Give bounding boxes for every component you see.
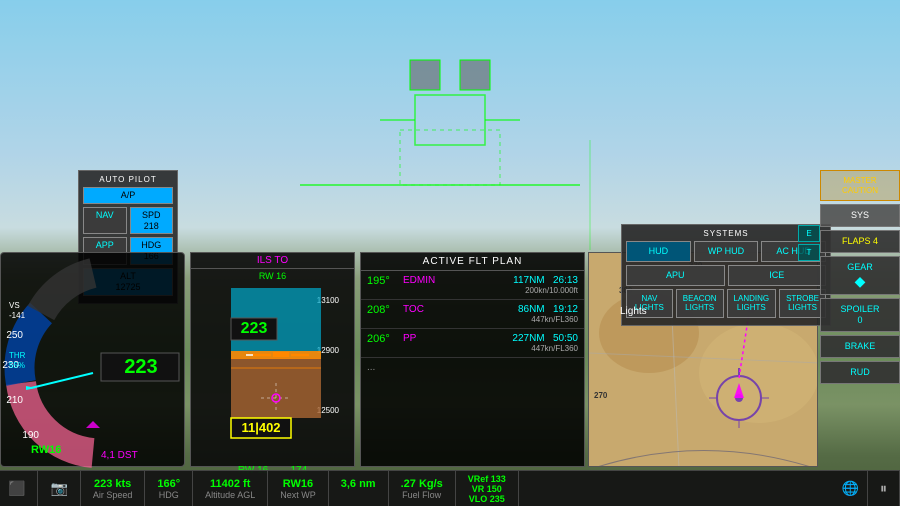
status-pause[interactable]: ⏸ (868, 471, 900, 506)
svg-text:250: 250 (6, 330, 23, 341)
speed-gauge: 250 230 210 190 VS -141 THR 55% 223 RW16… (0, 252, 185, 467)
flt-wp-0: EDMIN (403, 275, 451, 286)
next-wp-label: Next WP (280, 490, 316, 500)
hdg-value: 166° (157, 478, 180, 490)
svg-text:190: 190 (22, 430, 39, 441)
flt-deg-0: 195° (367, 275, 403, 287)
airspeed-label: Air Speed (93, 490, 133, 500)
brake-button[interactable]: BRAKE (820, 335, 900, 358)
svg-text:VS: VS (9, 301, 20, 310)
svg-text:223: 223 (124, 356, 157, 378)
globe-icon: 🌐 (842, 480, 859, 497)
pause-icon: ⏸ (880, 480, 887, 497)
flt-row-0: 195° EDMIN 117NM 26:13 200kn/10.000ft (361, 271, 584, 300)
flt-wp-2: PP (403, 333, 451, 344)
status-bar: ⬛ 📷 223 kts Air Speed 166° HDG 11402 ft … (0, 470, 900, 506)
flt-row-2: 206° PP 227NM 50:50 447kn/FL360 (361, 329, 584, 358)
status-airspeed: 223 kts Air Speed (81, 471, 146, 506)
status-fuel: .27 Kg/s Fuel Flow (389, 471, 456, 506)
flt-dist-0: 117NM 26:13 (513, 275, 578, 286)
spoiler-button[interactable]: SPOILER0 (820, 298, 900, 332)
svg-text:4,1 DST: 4,1 DST (101, 450, 138, 461)
svg-text:210: 210 (6, 395, 23, 406)
airspeed-value: 223 kts (94, 478, 131, 490)
vref-value: VRef 133 (468, 474, 506, 484)
svg-text:-141: -141 (9, 311, 26, 320)
ap-button[interactable]: A/P (83, 187, 173, 204)
ils-svg: 13100 12900 12500 11|402 223 (191, 283, 356, 458)
status-icon-cam[interactable]: 📷 (38, 471, 80, 506)
dist-value: 3,6 nm (341, 478, 376, 490)
fuel-label: Fuel Flow (402, 490, 441, 500)
altitude-value: 11402 ft (210, 478, 250, 490)
svg-text:270: 270 (594, 391, 608, 400)
side-tab-e[interactable]: E (798, 225, 820, 242)
spd-button[interactable]: SPD218 (130, 207, 174, 235)
camera-icon: 📷 (50, 480, 67, 497)
systems-row-1: APU ICE (626, 265, 826, 286)
speed-gauge-svg: 250 230 210 190 VS -141 THR 55% 223 RW16… (1, 253, 186, 468)
beacon-lights-button[interactable]: BEACONLIGHTS (676, 289, 724, 318)
flt-sub-1: 447kn/FL360 (518, 315, 578, 324)
status-dist: 3,6 nm (329, 471, 389, 506)
status-globe[interactable]: 🌐 (834, 471, 868, 506)
wp-hud-button[interactable]: WP HUD (694, 241, 759, 262)
autopilot-title: AUTO PILOT (83, 175, 173, 184)
flt-wp-1: TOC (403, 304, 451, 315)
status-icon-left1[interactable]: ⬛ (0, 471, 38, 506)
nav-lights-button[interactable]: NAVLIGHTS (626, 289, 673, 318)
svg-text:55%: 55% (9, 361, 25, 370)
systems-title: SYSTEMS (626, 229, 826, 238)
svg-text:11|402: 11|402 (241, 420, 280, 435)
dist-label (357, 490, 360, 500)
screen-icon: ⬛ (8, 480, 25, 497)
sys-button[interactable]: SYS (820, 204, 900, 227)
apu-button[interactable]: APU (626, 265, 725, 286)
right-panel: MASTERCAUTION SYS FLAPS 4 GEAR◆ SPOILER0… (820, 170, 900, 470)
flt-sub-2: 447kn/FL360 (512, 344, 578, 353)
ils-header: ILS TO (191, 253, 354, 269)
flaps-button[interactable]: FLAPS 4 (820, 230, 900, 253)
flt-deg-2: 206° (367, 333, 403, 345)
vlo-value: VLO 235 (469, 494, 505, 504)
altitude-label: Altitude AGL (205, 490, 255, 500)
ice-button[interactable]: ICE (728, 265, 827, 286)
next-wp-value: RW16 (283, 478, 313, 490)
status-vref: VRef 133 VR 150 VLO 235 (456, 471, 519, 506)
vr-value: VR 150 (472, 484, 502, 494)
flt-dots: ... (361, 358, 584, 377)
nav-button[interactable]: NAV (83, 207, 127, 235)
status-hdg: 166° HDG (145, 471, 193, 506)
hdg-label: HDG (159, 490, 179, 500)
gear-button[interactable]: GEAR◆ (820, 256, 900, 296)
ils-runway-top: RW 16 (191, 269, 354, 283)
side-tab-t[interactable]: T (798, 244, 820, 261)
ils-gauge: ILS TO RW 16 13100 12900 12500 11|402 22… (190, 252, 355, 467)
flt-dist-1: 86NM 19:12 (518, 304, 578, 315)
flight-plan-panel: ACTIVE FLT PLAN 195° EDMIN 117NM 26:13 2… (360, 252, 585, 467)
systems-row-0: HUD WP HUD AC HUD (626, 241, 826, 262)
status-altitude: 11402 ft Altitude AGL (193, 471, 268, 506)
strobe-lights-button[interactable]: STROBELIGHTS (779, 289, 826, 318)
flt-dist-2: 227NM 50:50 (512, 333, 578, 344)
right-side-tabs: E T (798, 225, 820, 261)
flt-deg-1: 208° (367, 304, 403, 316)
svg-text:223: 223 (241, 320, 268, 337)
fuel-value: .27 Kg/s (401, 478, 443, 490)
svg-text:RW16: RW16 (31, 444, 61, 456)
flt-sub-0: 200kn/10.000ft (513, 286, 578, 295)
landing-lights-button[interactable]: LANDINGLIGHTS (727, 289, 777, 318)
status-next-wp: RW16 Next WP (268, 471, 329, 506)
rud-button[interactable]: RUD (820, 361, 900, 384)
systems-row-2: NAVLIGHTS BEACONLIGHTS LANDINGLIGHTS STR… (626, 289, 826, 318)
flt-row-1: 208° TOC 86NM 19:12 447kn/FL360 (361, 300, 584, 329)
master-caution-button[interactable]: MASTERCAUTION (820, 170, 900, 201)
hud-button[interactable]: HUD (626, 241, 691, 262)
flight-plan-title: ACTIVE FLT PLAN (361, 253, 584, 271)
svg-text:THR: THR (9, 351, 26, 360)
